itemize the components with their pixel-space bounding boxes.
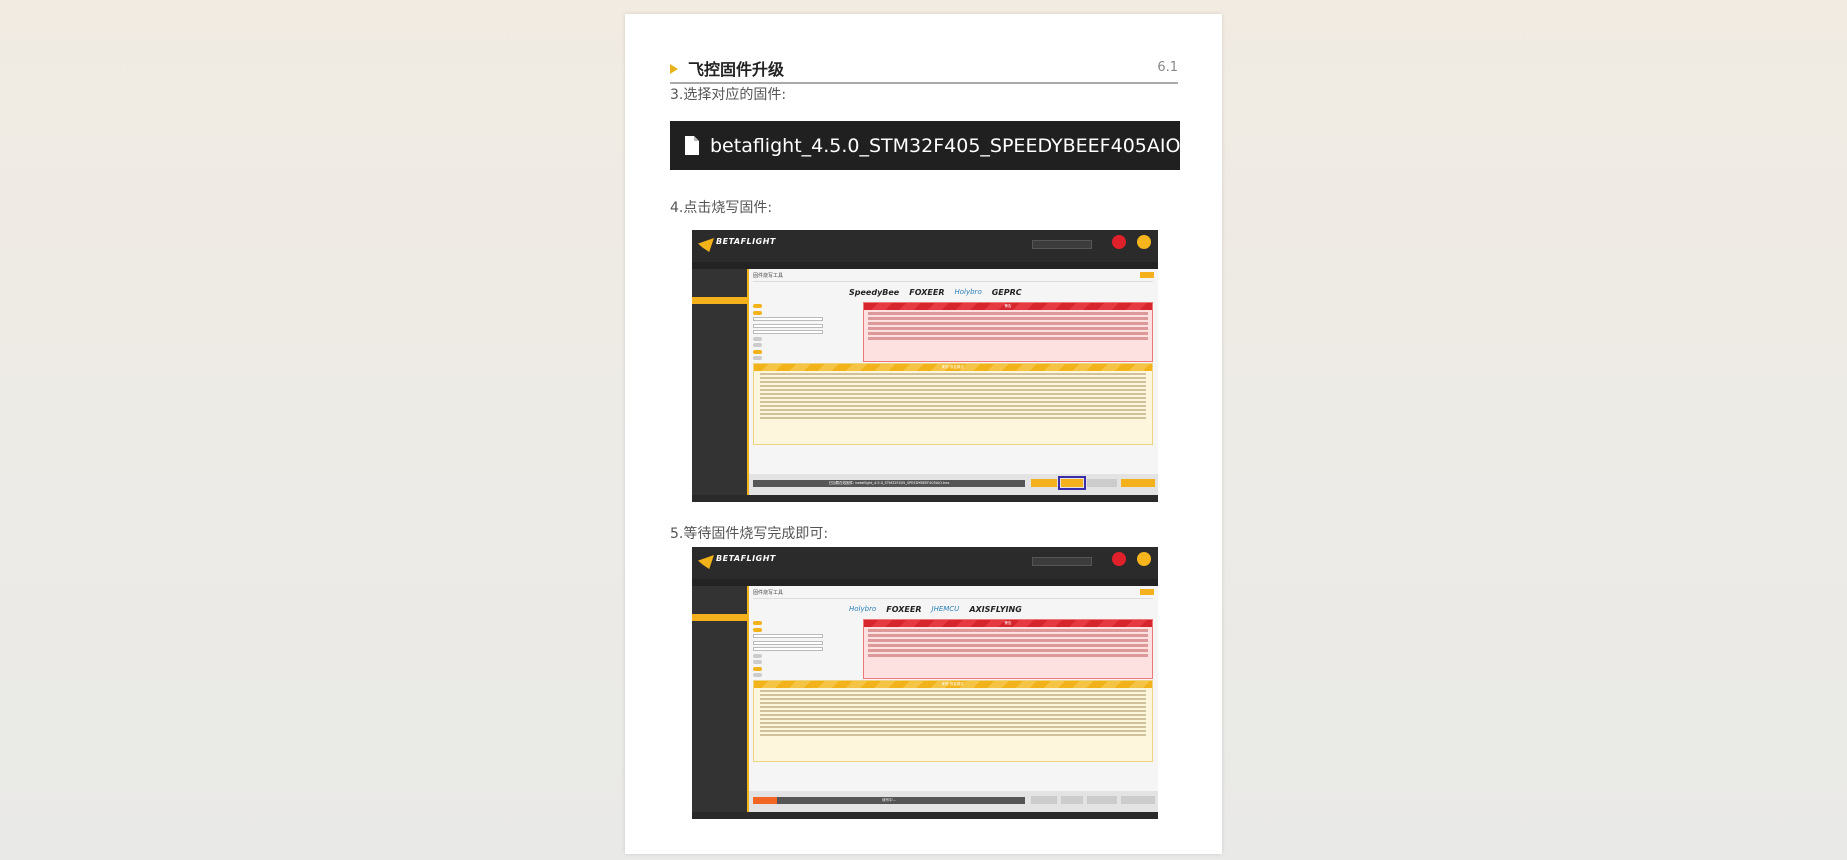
brand-logo: AXISFLYING [969,604,1022,614]
flasher-bottombar: 烧写中... [749,791,1158,812]
load-local-button[interactable] [1031,796,1057,804]
status-line [692,262,1158,269]
section-title: 飞控固件升级 [688,60,785,79]
brand-logo: Holybro [849,605,877,613]
progress-fill [753,797,778,804]
bee-logo-icon [698,238,714,252]
app-topbar: BETAFLIGHT [692,230,1158,262]
sidebar-item[interactable] [692,283,747,290]
page-number: 6.1 [1157,60,1178,75]
flash-firmware-button[interactable] [1058,476,1086,490]
wiki-button[interactable] [1140,589,1154,595]
betaflight-screenshot-2: BETAFLIGHT 固件烧写工具 Holybro FOXEER JHEMCU … [692,547,1158,819]
document-page: 飞控固件升级 6.1 3.选择对应的固件: betaflight_4.5.0_S… [625,14,1222,854]
load-online-button[interactable] [1087,479,1117,487]
select-firmware-button[interactable] [1121,479,1155,487]
sidebar-item-firmware-flasher[interactable] [692,614,747,621]
app-footer [692,812,1158,819]
firmware-file-name: betaflight_4.5.0_STM32F405_SPEEDYBEEF405… [710,134,1221,157]
warning-title: 警告 [864,303,1152,310]
flasher-bottombar: 已加载在线固件: betaflight_4.5.0_STM32F405_SPEE… [749,474,1158,495]
warning-box: 警告 [863,302,1153,362]
progress-text: 烧写中... [882,798,896,802]
section-header: 飞控固件升级 6.1 [670,46,1178,84]
port-select[interactable] [1032,240,1092,249]
sidebar-item[interactable] [692,276,747,283]
select-firmware-button[interactable] [1121,796,1155,804]
file-icon [684,135,700,156]
flasher-title: 固件烧写工具 [753,273,784,279]
sidebar-item[interactable] [692,607,747,614]
warning-box: 警告 [863,619,1153,679]
recovery-note-box: 刷写 恢复模式 [753,363,1153,445]
recovery-note-box: 刷写 恢复模式 [753,680,1153,762]
load-local-button[interactable] [1031,479,1057,487]
sidebar [692,586,747,812]
betaflight-logo: BETAFLIGHT [698,552,775,572]
status-line [692,579,1158,586]
logo-text: BETAFLIGHT [716,237,776,246]
note-title: 刷写 恢复模式 [754,364,1152,371]
connect-icon[interactable] [1137,552,1151,566]
step-3-text: 3.选择对应的固件: [670,87,787,103]
option-row[interactable] [753,672,857,679]
bee-logo-icon [698,555,714,569]
sidebar-item[interactable] [692,593,747,600]
flasher-options [753,303,857,362]
sidebar-item[interactable] [692,586,747,593]
step-4-text: 4.点击烧写固件: [670,200,773,216]
progress-text: 已加载在线固件: betaflight_4.5.0_STM32F405_SPEE… [828,481,950,485]
sidebar-item[interactable] [692,600,747,607]
flash-firmware-button[interactable] [1061,796,1083,804]
brand-logo: FOXEER [886,604,922,614]
firmware-file-bar: betaflight_4.5.0_STM32F405_SPEEDYBEEF405… [670,121,1220,170]
betaflight-logo: BETAFLIGHT [698,235,775,255]
brand-logo: Holybro [954,288,982,296]
sidebar [692,269,747,495]
load-online-button[interactable] [1087,796,1117,804]
flasher-options [753,620,857,679]
app-footer [692,495,1158,502]
port-select[interactable] [1032,557,1092,566]
wiki-button[interactable] [1140,272,1154,278]
update-firmware-icon[interactable] [1112,552,1126,566]
sidebar-item[interactable] [692,269,747,276]
step-5-text: 5.等待固件烧写完成即可: [670,526,829,542]
title-divider [753,598,1153,599]
brand-logo: JHEMCU [931,605,960,613]
brand-logo: SpeedyBee [849,287,900,297]
flasher-content: 固件烧写工具 SpeedyBee FOXEER Holybro GEPRC 警告… [747,269,1158,495]
flasher-title: 固件烧写工具 [753,590,784,596]
brand-logo: FOXEER [909,287,945,297]
option-row[interactable] [753,355,857,362]
warning-title: 警告 [864,620,1152,627]
triangle-bullet-icon [670,64,678,74]
connect-icon[interactable] [1137,235,1151,249]
progress-bar: 已加载在线固件: betaflight_4.5.0_STM32F405_SPEE… [753,480,1025,487]
brand-logo: GEPRC [991,287,1022,297]
flasher-content: 固件烧写工具 Holybro FOXEER JHEMCU AXISFLYING [747,586,1158,812]
sponsor-logos: Holybro FOXEER JHEMCU AXISFLYING [849,602,1022,616]
sponsor-logos: SpeedyBee FOXEER Holybro GEPRC [849,285,1022,299]
title-divider [753,281,1153,282]
note-title: 刷写 恢复模式 [754,681,1152,688]
app-topbar: BETAFLIGHT [692,547,1158,579]
logo-text: BETAFLIGHT [716,554,776,563]
sidebar-item[interactable] [692,290,747,297]
update-firmware-icon[interactable] [1112,235,1126,249]
progress-bar: 烧写中... [753,797,1025,804]
betaflight-screenshot-1: BETAFLIGHT 固件烧写工具 SpeedyBee FOXEER Holyb… [692,230,1158,502]
sidebar-item-firmware-flasher[interactable] [692,297,747,304]
